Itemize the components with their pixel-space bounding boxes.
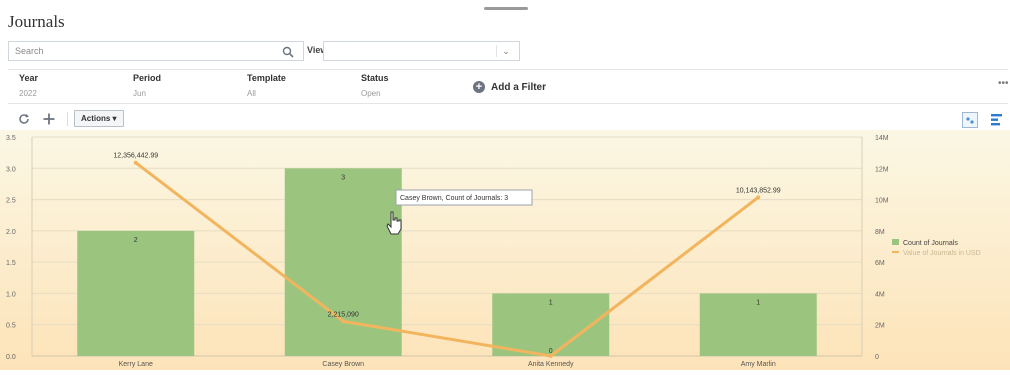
- y-tick-label-right: 6M: [875, 260, 885, 267]
- y-tick-label-left: 3.5: [6, 135, 16, 142]
- filter-header: Period: [133, 73, 162, 83]
- line-point: [341, 319, 346, 324]
- bar-data-label: 1: [549, 299, 553, 306]
- y-tick-label-left: 1.0: [6, 291, 16, 298]
- x-tick-label: Anita Kennedy: [528, 361, 574, 368]
- bar: [77, 230, 195, 356]
- filter-header: Year: [19, 73, 39, 83]
- line-data-label: 0: [549, 348, 553, 355]
- filter-period[interactable]: Period Jun: [133, 73, 161, 98]
- line-data-label: 2,215,090: [328, 311, 359, 318]
- y-tick-label-right: 12M: [875, 166, 889, 173]
- y-tick-label-right: 4M: [875, 291, 885, 298]
- journals-chart: 0.0 0.5 1.0 1.5 2.0 2.5 3.0 3.5 0 2M 4M 6M 8M 10M 12M 1…: [0, 130, 1010, 370]
- filter-value: 2022: [19, 89, 37, 98]
- y-tick-label-left: 2.0: [6, 229, 16, 236]
- legend-swatch-bar: [892, 239, 899, 245]
- more-options-button[interactable]: •••: [998, 78, 1009, 89]
- filter-header: Status: [361, 73, 389, 83]
- filter-value: All: [247, 89, 256, 98]
- drag-handle[interactable]: [484, 7, 528, 10]
- search-input[interactable]: Search: [8, 41, 304, 61]
- tooltip-text: Casey Brown, Count of Journals: 3: [400, 195, 508, 202]
- plus-icon[interactable]: [42, 112, 56, 129]
- add-filter-button[interactable]: + Add a Filter: [473, 81, 546, 93]
- y-tick-label-left: 0.5: [6, 323, 16, 330]
- y-tick-label-left: 1.5: [6, 260, 16, 267]
- legend-label: Count of Journals: [903, 240, 958, 247]
- filter-header: Template: [247, 73, 286, 83]
- filter-value: Open: [361, 89, 381, 98]
- y-tick-label-right: 10M: [875, 198, 889, 205]
- bar-data-label: 2: [134, 237, 138, 244]
- scatter-view-icon[interactable]: [962, 112, 978, 128]
- x-tick-label: Casey Brown: [322, 361, 364, 368]
- line-data-label: 10,143,852.99: [736, 187, 781, 194]
- filter-status[interactable]: Status Open: [361, 73, 389, 98]
- line-point: [133, 160, 138, 165]
- filter-template[interactable]: Template All: [247, 73, 286, 98]
- filter-value: Jun: [133, 89, 146, 98]
- x-tick-label: Kerry Lane: [119, 361, 153, 368]
- search-icon[interactable]: [281, 45, 295, 59]
- chart-svg: 0.0 0.5 1.0 1.5 2.0 2.5 3.0 3.5 0 2M 4M 6M 8M 10M 12M 1…: [0, 130, 1010, 370]
- page-title: Journals: [8, 12, 65, 31]
- y-tick-label-left: 3.0: [6, 166, 16, 173]
- y-tick-label-right: 2M: [875, 323, 885, 330]
- legend-label: Value of Journals in USD: [903, 250, 981, 257]
- view-select[interactable]: ⌄: [323, 41, 520, 61]
- x-tick-label: Amy Marlin: [741, 361, 776, 368]
- search-placeholder: Search: [15, 46, 44, 56]
- y-tick-label-left: 0.0: [6, 354, 16, 361]
- add-filter-label: Add a Filter: [491, 81, 547, 93]
- bar-chart-view-icon[interactable]: [990, 112, 1004, 128]
- line-point: [756, 195, 761, 200]
- y-tick-label-left: 2.5: [6, 198, 16, 205]
- y-tick-label-right: 8M: [875, 229, 885, 236]
- y-tick-label-right: 0: [875, 354, 879, 361]
- bar-data-label: 3: [341, 174, 345, 181]
- actions-menu-button[interactable]: Actions ▾: [74, 110, 124, 127]
- refresh-icon[interactable]: [17, 112, 31, 129]
- y-tick-label-right: 14M: [875, 135, 889, 142]
- add-circle-icon: +: [473, 81, 485, 93]
- chevron-down-icon[interactable]: ⌄: [496, 45, 515, 57]
- line-data-label: 12,356,442.99: [113, 153, 158, 160]
- filter-year[interactable]: Year 2022: [19, 73, 38, 98]
- bar-data-label: 1: [756, 299, 760, 306]
